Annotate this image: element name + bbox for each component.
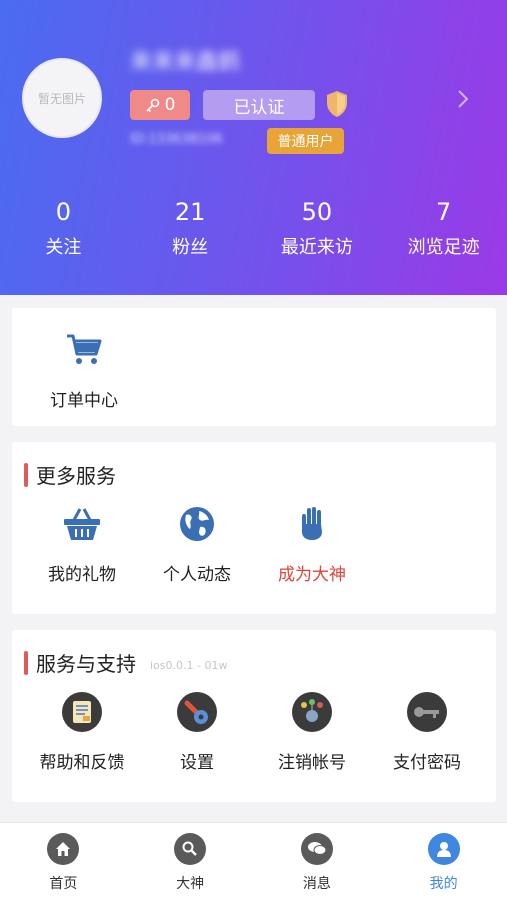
stat-value: 50 <box>301 198 333 226</box>
deregister-icon <box>292 692 332 732</box>
deregister-item[interactable]: 注销帐号 <box>252 690 372 773</box>
user-icon <box>436 842 451 857</box>
user-id: ID:133638106 <box>130 132 223 147</box>
tab-label: 大神 <box>176 876 205 892</box>
personal-feed-item[interactable]: 个人动态 <box>137 502 257 585</box>
support-title: 服务与支持 <box>36 652 136 676</box>
settings-item[interactable]: 设置 <box>137 690 257 773</box>
stat-label: 关注 <box>45 237 82 258</box>
stat-value: 21 <box>174 198 206 226</box>
order-center-item[interactable]: 订单中心 <box>24 328 144 411</box>
key-small-icon <box>146 98 159 113</box>
tab-me[interactable]: 我的 <box>380 823 507 900</box>
chat-icon <box>307 842 327 855</box>
stat-value: 7 <box>435 198 452 226</box>
tab-label: 我的 <box>429 876 458 892</box>
tab-messages[interactable]: 消息 <box>254 823 381 900</box>
deregister-label: 注销帐号 <box>278 753 346 773</box>
avatar[interactable]: 暂无图片 <box>22 58 102 138</box>
stat-label: 最近来访 <box>280 237 353 258</box>
chevron-right-icon[interactable] <box>456 88 470 110</box>
tab-masters[interactable]: 大神 <box>127 823 254 900</box>
help-feedback-item[interactable]: 帮助和反馈 <box>22 690 142 773</box>
verified-badge: 已认证 <box>203 90 315 120</box>
wrench-icon <box>177 692 217 732</box>
my-gifts-item[interactable]: 我的礼物 <box>22 502 142 585</box>
settings-label: 设置 <box>180 753 214 773</box>
become-master-label: 成为大神 <box>278 565 346 585</box>
stat-following[interactable]: 0 关注 <box>0 195 127 259</box>
order-center-label: 订单中心 <box>50 391 118 411</box>
favorite-count: 0 <box>164 95 176 115</box>
section-accent-bar <box>24 650 28 675</box>
home-icon <box>56 842 71 856</box>
stat-value: 0 <box>55 198 72 226</box>
payment-password-label: 支付密码 <box>393 753 461 773</box>
stat-recent-visitors[interactable]: 50 最近来访 <box>254 195 381 259</box>
globe-icon <box>180 507 214 541</box>
tab-home[interactable]: 首页 <box>0 823 127 900</box>
tab-label: 首页 <box>49 876 78 892</box>
become-master-item[interactable]: 成为大神 <box>252 502 372 585</box>
stat-label: 粉丝 <box>172 237 209 258</box>
shield-icon <box>327 91 347 117</box>
stats-row: 0 关注 21 粉丝 50 最近来访 7 浏览足迹 <box>0 195 507 259</box>
my-gifts-label: 我的礼物 <box>48 565 116 585</box>
stat-label: 浏览足迹 <box>407 237 480 258</box>
help-doc-icon <box>62 692 102 732</box>
tab-label: 消息 <box>302 876 331 892</box>
stat-fans[interactable]: 21 粉丝 <box>127 195 254 259</box>
cart-icon <box>67 334 102 364</box>
support-card: 服务与支持 ios0.0.1 - 01w 帮助和反馈 设置 注销帐号 支付密码 <box>12 630 496 802</box>
favorite-badge[interactable]: 0 <box>130 90 190 120</box>
profile-header: 暂无图片 来来来鑫鹤 0 已认证 ID:133638106 普通用户 0 关注 … <box>0 0 507 295</box>
orders-card: 订单中心 <box>12 308 496 426</box>
basket-icon <box>64 508 100 540</box>
key-icon <box>407 692 447 732</box>
bottom-tab-bar: 首页 大神 消息 我的 <box>0 822 507 900</box>
hand-icon <box>302 507 322 540</box>
more-services-title: 更多服务 <box>36 464 116 488</box>
section-title: 服务与支持 ios0.0.1 - 01w <box>24 648 227 677</box>
more-services-card: 更多服务 我的礼物 个人动态 成为大神 <box>12 442 496 614</box>
avatar-placeholder-text: 暂无图片 <box>37 91 86 106</box>
help-feedback-label: 帮助和反馈 <box>39 753 125 773</box>
payment-password-item[interactable]: 支付密码 <box>367 690 487 773</box>
section-title: 更多服务 <box>24 460 116 489</box>
username: 来来来鑫鹤 <box>130 50 241 75</box>
personal-feed-label: 个人动态 <box>163 565 231 585</box>
section-accent-bar <box>24 462 28 487</box>
stat-browse-history[interactable]: 7 浏览足迹 <box>380 195 507 259</box>
search-icon <box>182 841 197 856</box>
role-badge: 普通用户 <box>267 128 344 154</box>
version-text: ios0.0.1 - 01w <box>150 659 228 672</box>
